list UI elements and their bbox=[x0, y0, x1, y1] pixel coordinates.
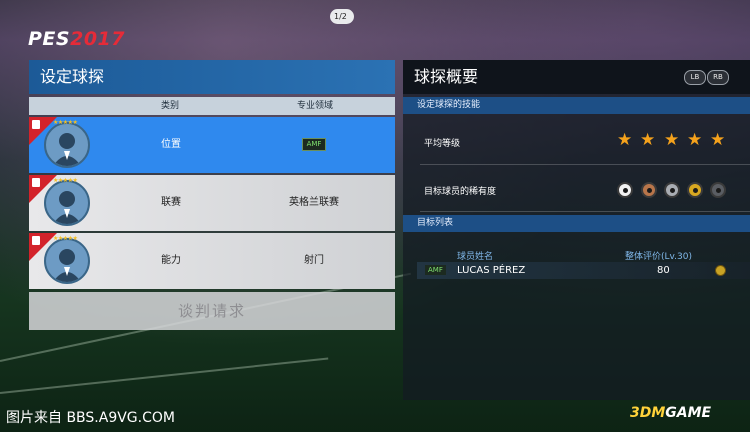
skills-header: 设定球探的技能 bbox=[403, 97, 750, 114]
divider bbox=[420, 164, 750, 165]
rating-stars-icon: ★★★★★ bbox=[53, 235, 78, 242]
rarity-label: 目标球员的稀有度 bbox=[424, 187, 497, 197]
scout-avatar bbox=[44, 180, 90, 226]
card-icon bbox=[32, 178, 40, 187]
star-icon: ★ bbox=[710, 130, 726, 150]
watermark: 3DMGAME bbox=[630, 405, 712, 421]
scout-row[interactable]: ★★★★★ 联赛 英格兰联赛 bbox=[29, 175, 395, 231]
position-badge: AMF bbox=[301, 137, 327, 151]
card-icon bbox=[32, 120, 40, 129]
source-caption: 图片来自 BBS.A9VG.COM bbox=[6, 410, 175, 426]
column-player-name: 球员姓名 bbox=[457, 252, 494, 262]
average-rating-label: 平均等级 bbox=[424, 139, 461, 149]
column-headers: 类别 专业领域 bbox=[29, 97, 395, 115]
column-specialty: 专业领域 bbox=[297, 101, 334, 111]
scout-avatar bbox=[44, 238, 90, 284]
rating-stars-icon: ★★★★★ bbox=[53, 177, 78, 184]
rarity-bronze-icon bbox=[641, 182, 657, 198]
lb-button[interactable]: LB bbox=[684, 70, 706, 85]
star-icon: ★ bbox=[640, 130, 656, 150]
column-category: 类别 bbox=[161, 101, 180, 111]
row-category: 能力 bbox=[161, 255, 181, 266]
scout-settings-panel: 设定球探 类别 专业领域 ★★★★★ 位置 AMF ★★★★★ 联赛 英格兰联赛… bbox=[29, 60, 395, 330]
scout-row[interactable]: ★★★★★ 能力 射门 bbox=[29, 233, 395, 289]
target-player-row[interactable]: AMF LUCAS PÉREZ 80 bbox=[417, 262, 750, 279]
row-specialty: 射门 bbox=[304, 255, 324, 266]
row-category: 位置 bbox=[161, 139, 181, 150]
player-overall: 80 bbox=[657, 265, 670, 276]
negotiate-button[interactable]: 谈判请求 bbox=[29, 292, 395, 330]
column-overall: 整体评价(Lv.30) bbox=[625, 252, 692, 262]
row-specialty: 英格兰联赛 bbox=[289, 197, 339, 208]
divider bbox=[420, 211, 750, 212]
rarity-silver-icon bbox=[664, 182, 680, 198]
pes-logo: PES2017 bbox=[28, 28, 125, 50]
scout-row[interactable]: ★★★★★ 位置 AMF bbox=[29, 117, 395, 173]
position-badge: AMF bbox=[425, 265, 446, 275]
panel-title: 设定球探 bbox=[29, 60, 395, 94]
page-indicator: 1/2 bbox=[330, 9, 354, 24]
card-icon bbox=[32, 236, 40, 245]
rarity-white-icon bbox=[617, 182, 633, 198]
target-list-header: 目标列表 bbox=[403, 215, 750, 232]
rarity-black-icon bbox=[710, 182, 726, 198]
rarity-gold-icon bbox=[687, 182, 703, 198]
star-icon: ★ bbox=[664, 130, 680, 150]
star-icon: ★ bbox=[617, 130, 633, 150]
row-category: 联赛 bbox=[161, 197, 181, 208]
scout-summary-panel: 球探概要 LB RB 设定球探的技能 平均等级 ★ ★ ★ ★ ★ 目标球员的稀… bbox=[403, 60, 750, 400]
star-icon: ★ bbox=[687, 130, 703, 150]
rating-stars-icon: ★★★★★ bbox=[53, 119, 78, 126]
rb-button[interactable]: RB bbox=[707, 70, 729, 85]
gold-medal-icon bbox=[715, 265, 726, 276]
player-name: LUCAS PÉREZ bbox=[457, 265, 526, 276]
scout-avatar bbox=[44, 122, 90, 168]
